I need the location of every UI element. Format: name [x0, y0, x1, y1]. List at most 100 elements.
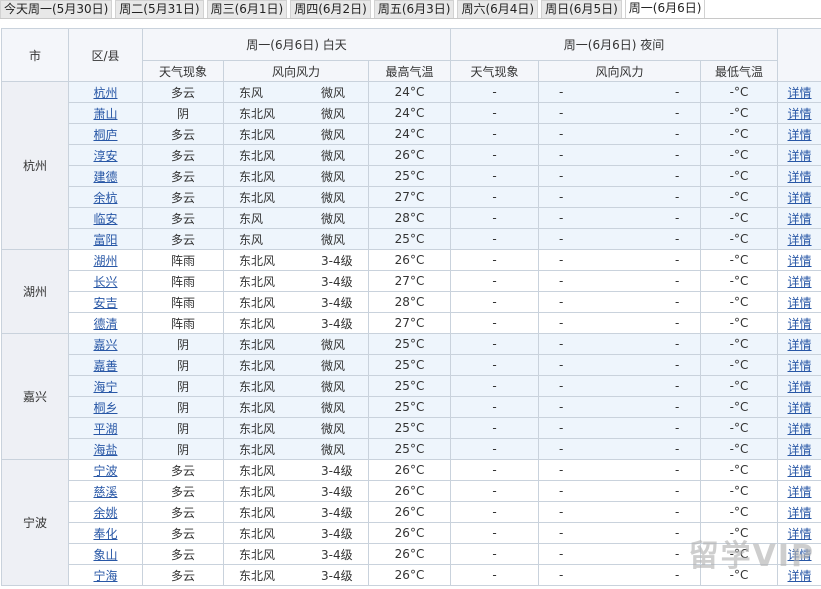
detail-link[interactable]: 详情: [788, 401, 812, 415]
detail-link[interactable]: 详情: [788, 380, 812, 394]
district-link[interactable]: 慈溪: [93, 485, 117, 499]
night-wind-power: -: [675, 547, 680, 561]
district-link[interactable]: 海盐: [93, 443, 117, 457]
district-cell: 桐庐: [68, 123, 143, 145]
detail-cell: 详情: [777, 291, 821, 313]
wind-power: 3-4级: [321, 253, 353, 268]
detail-link[interactable]: 详情: [788, 170, 812, 184]
detail-link[interactable]: 详情: [788, 86, 812, 100]
district-link[interactable]: 长兴: [93, 275, 117, 289]
detail-link[interactable]: 详情: [788, 464, 812, 478]
date-tab[interactable]: 周一(6月6日): [624, 0, 706, 18]
detail-cell: 详情: [777, 480, 821, 502]
night-temp: -°C: [700, 396, 779, 418]
night-temp: -°C: [700, 228, 779, 250]
date-tab[interactable]: 周四(6月2日): [290, 0, 371, 18]
day-temp: 28°C: [367, 207, 452, 229]
night-wind-power: -: [675, 274, 680, 288]
night-temp: -°C: [700, 165, 779, 187]
detail-link[interactable]: 详情: [788, 422, 812, 436]
day-wind: 东北风 3-4级: [223, 543, 369, 565]
wind-power: 微风: [321, 358, 346, 373]
district-link[interactable]: 余姚: [93, 506, 117, 520]
date-tab[interactable]: 周日(6月5日): [541, 0, 622, 18]
detail-link[interactable]: 详情: [788, 107, 812, 121]
night-weather: -: [450, 81, 540, 103]
district-link[interactable]: 临安: [93, 212, 117, 226]
wind-direction: 东北风: [239, 505, 276, 520]
day-wind: 东北风 微风: [223, 396, 369, 418]
day-temp: 25°C: [367, 333, 452, 355]
district-link[interactable]: 桐庐: [93, 128, 117, 142]
date-tab[interactable]: 周三(6月1日): [206, 0, 288, 18]
detail-link[interactable]: 详情: [788, 359, 812, 373]
district-cell: 长兴: [68, 270, 143, 292]
night-temp: -°C: [700, 438, 779, 460]
detail-link[interactable]: 详情: [788, 191, 812, 205]
district-link[interactable]: 德清: [93, 317, 117, 331]
detail-link[interactable]: 详情: [788, 485, 812, 499]
day-weather: 多云: [142, 207, 224, 229]
detail-link[interactable]: 详情: [788, 128, 812, 142]
wind-power: 微风: [321, 148, 346, 163]
detail-link[interactable]: 详情: [788, 443, 812, 457]
district-link[interactable]: 淳安: [93, 149, 117, 163]
day-wind: 东北风 3-4级: [223, 564, 369, 586]
wind-power: 3-4级: [321, 526, 353, 541]
detail-link[interactable]: 详情: [788, 317, 812, 331]
day-wind: 东北风 微风: [223, 186, 369, 208]
district-link[interactable]: 嘉兴: [93, 338, 117, 352]
detail-cell: 详情: [777, 228, 821, 250]
detail-link[interactable]: 详情: [788, 233, 812, 247]
night-wind-direction: -: [559, 232, 564, 246]
detail-cell: 详情: [777, 375, 821, 397]
night-weather: -: [450, 522, 540, 544]
night-temp: -°C: [700, 354, 779, 376]
night-wind-direction: -: [559, 316, 564, 330]
district-link[interactable]: 宁波: [93, 464, 117, 478]
day-temp: 25°C: [367, 354, 452, 376]
district-link[interactable]: 杭州: [93, 86, 117, 100]
district-link[interactable]: 平湖: [93, 422, 117, 436]
detail-link[interactable]: 详情: [788, 275, 812, 289]
district-link[interactable]: 建德: [93, 170, 117, 184]
district-link[interactable]: 湖州: [93, 254, 117, 268]
night-wind: --: [538, 228, 702, 250]
district-cell: 嘉兴: [68, 333, 143, 355]
detail-link[interactable]: 详情: [788, 149, 812, 163]
detail-link[interactable]: 详情: [788, 254, 812, 268]
district-link[interactable]: 桐乡: [93, 401, 117, 415]
district-link[interactable]: 奉化: [93, 527, 117, 541]
header-district: 区/县: [68, 28, 143, 82]
wind-power: 微风: [321, 442, 346, 457]
header-night-wind: 风向风力: [538, 60, 702, 82]
night-wind-power: -: [675, 379, 680, 393]
date-tab[interactable]: 周五(6月3日): [373, 0, 455, 18]
detail-link[interactable]: 详情: [788, 338, 812, 352]
detail-link[interactable]: 详情: [788, 296, 812, 310]
district-link[interactable]: 象山: [93, 548, 117, 562]
district-link[interactable]: 嘉善: [93, 359, 117, 373]
wind-power: 微风: [321, 85, 346, 100]
district-link[interactable]: 富阳: [93, 233, 117, 247]
wind-direction: 东风: [239, 85, 264, 100]
wind-direction: 东北风: [239, 421, 276, 436]
detail-link[interactable]: 详情: [788, 506, 812, 520]
date-tab[interactable]: 周二(5月31日): [115, 0, 204, 18]
district-link[interactable]: 宁海: [93, 569, 117, 583]
wind-power: 3-4级: [321, 316, 353, 331]
night-temp: -°C: [700, 501, 779, 523]
district-link[interactable]: 余杭: [93, 191, 117, 205]
date-tabs: 今天周一(5月30日) 周二(5月31日) 周三(6月1日) 周四(6月2日) 周五(6…: [0, 0, 821, 19]
night-weather: -: [450, 123, 540, 145]
district-link[interactable]: 海宁: [93, 380, 117, 394]
wind-direction: 东北风: [239, 358, 276, 373]
date-tab[interactable]: 今天周一(5月30日): [0, 0, 113, 18]
night-wind-direction: -: [559, 505, 564, 519]
day-temp: 26°C: [367, 144, 452, 166]
detail-cell: 详情: [777, 501, 821, 523]
district-link[interactable]: 安吉: [93, 296, 117, 310]
date-tab[interactable]: 周六(6月4日): [457, 0, 539, 18]
detail-link[interactable]: 详情: [788, 212, 812, 226]
district-link[interactable]: 萧山: [93, 107, 117, 121]
